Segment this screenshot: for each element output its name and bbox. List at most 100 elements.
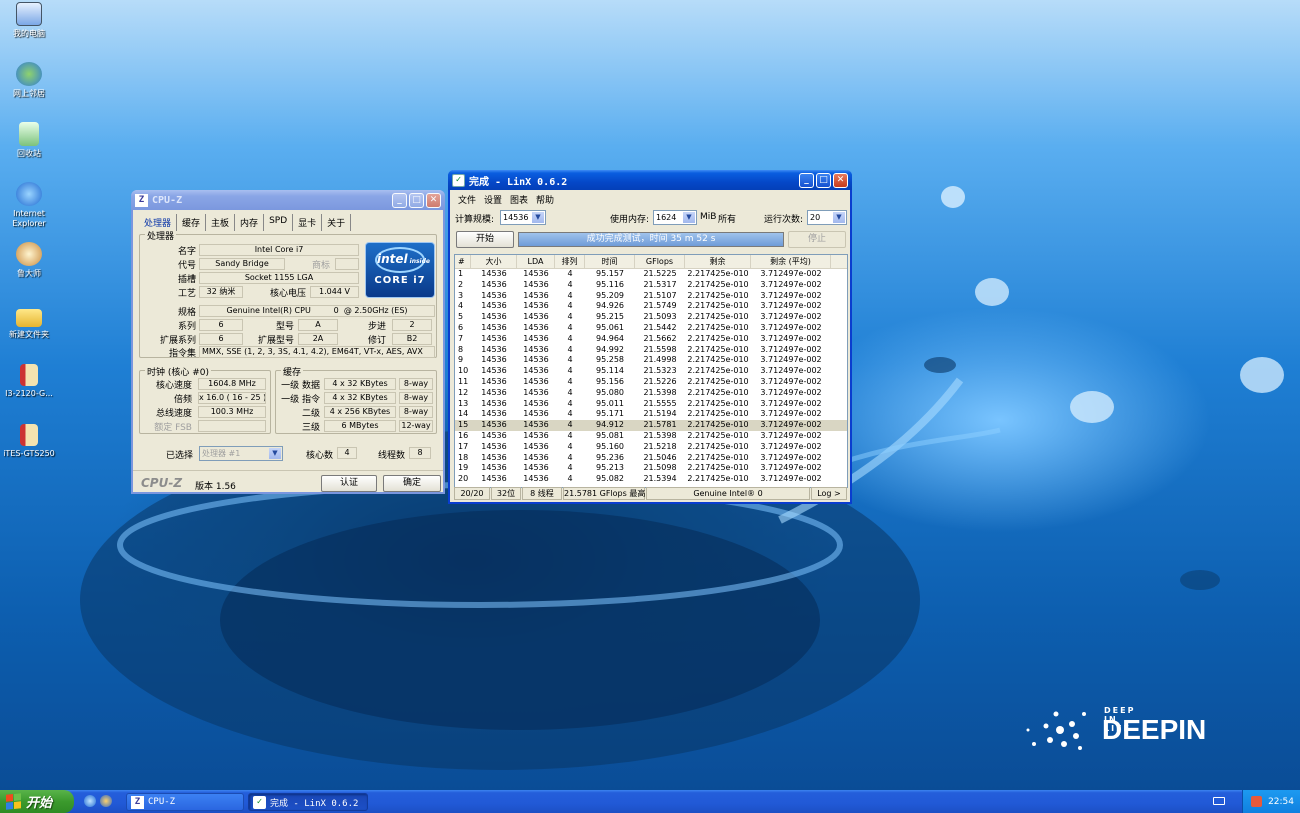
cpuz-titlebar[interactable]: Z CPU-Z _ □ ✕ — [131, 190, 445, 210]
table-cell: 14536 — [481, 376, 507, 386]
ie-icon[interactable] — [84, 795, 96, 807]
table-cell: 3.712497e-002 — [760, 333, 822, 343]
table-row[interactable]: 8 14536 14536 4 94.992 21.5598 2.217425e-010 3.… — [455, 345, 847, 356]
column-header[interactable]: 排列 — [555, 255, 585, 268]
multiplier-label: 倍频 — [173, 395, 192, 405]
spec-label: 规格 — [177, 308, 196, 318]
table-row[interactable]: 18 14536 14536 4 95.236 21.5046 2.217425e-010 3… — [455, 453, 847, 464]
problem-size-select[interactable]: 14536 ▼ — [500, 210, 546, 225]
menu-graph[interactable]: 图表 — [510, 193, 528, 206]
taskbar-item-label: CPU-Z — [148, 797, 176, 807]
table-row[interactable]: 6 14536 14536 4 95.061 21.5442 2.217425e-010 3.… — [455, 323, 847, 334]
table-cell: 14536 — [523, 409, 549, 419]
table-row[interactable]: 10 14536 14536 4 95.114 21.5323 2.217425e-010 3… — [455, 366, 847, 377]
memory-label: 使用内存: — [610, 215, 650, 225]
firefox-icon[interactable] — [100, 795, 112, 807]
runs-select[interactable]: 20 ▼ — [807, 210, 847, 225]
table-cell: 4 — [567, 333, 573, 343]
l1i-size: 4 x 32 KBytes — [324, 392, 396, 404]
column-header[interactable]: LDA — [517, 255, 555, 268]
table-row[interactable]: 19 14536 14536 4 95.213 21.5098 2.217425e-010 3… — [455, 463, 847, 474]
ok-button[interactable]: 确定 — [383, 475, 441, 492]
table-row[interactable]: 4 14536 14536 4 94.926 21.5749 2.217425e-010 3.… — [455, 301, 847, 312]
stop-button[interactable]: 停止 — [788, 231, 846, 248]
table-row[interactable]: 3 14536 14536 4 95.209 21.5107 2.217425e-010 3.… — [455, 291, 847, 302]
processor-select[interactable]: 处理器 #1 ▼ — [199, 446, 283, 461]
table-row[interactable]: 15 14536 14536 4 94.912 21.5781 2.217425e-010 3… — [455, 420, 847, 431]
table-cell: 4 — [567, 322, 573, 332]
table-cell: 95.171 — [596, 409, 624, 419]
desktop-icon-archive-1[interactable]: I3-2120-G... — [0, 364, 58, 399]
linx-titlebar[interactable]: ✓ 完成 - LinX 0.6.2 _ □ ✕ — [448, 170, 852, 190]
table-row[interactable]: 13 14536 14536 4 95.011 21.5555 2.217425e-010 3… — [455, 399, 847, 410]
log-button[interactable]: Log > — [811, 487, 847, 500]
keyboard-icon[interactable] — [1213, 797, 1225, 805]
table-row[interactable]: 17 14536 14536 4 95.160 21.5218 2.217425e-010 3… — [455, 442, 847, 453]
start-button[interactable]: 开始 — [456, 231, 514, 248]
volume-icon[interactable] — [1251, 796, 1263, 807]
bus-speed-label: 总线速度 — [155, 409, 192, 419]
table-cell: 3.712497e-002 — [760, 355, 822, 365]
taskbar-item-cpuz[interactable]: Z CPU-Z — [126, 793, 244, 811]
status-bits: 32位 — [491, 487, 521, 500]
column-header[interactable]: 剩余 — [685, 255, 751, 268]
tab-graphics[interactable]: 显卡 — [293, 214, 323, 231]
table-row[interactable]: 5 14536 14536 4 95.215 21.5093 2.217425e-010 3.… — [455, 312, 847, 323]
tab-about[interactable]: 关于 — [322, 214, 352, 231]
table-cell: 14536 — [481, 322, 507, 332]
desktop-icon-network[interactable]: 网上邻居 — [0, 62, 58, 99]
table-row[interactable]: 11 14536 14536 4 95.156 21.5226 2.217425e-010 3… — [455, 377, 847, 388]
desktop-icon-archive-2[interactable]: iTES-GTS250 — [0, 424, 58, 459]
table-row[interactable]: 20 14536 14536 4 95.082 21.5394 2.217425e-010 3… — [455, 474, 847, 485]
column-header[interactable]: 时间 — [585, 255, 635, 268]
tab-memory[interactable]: 内存 — [235, 214, 265, 231]
column-header[interactable]: 剩余 (平均) — [751, 255, 831, 268]
fsb-label: 额定 FSB — [154, 423, 192, 433]
column-header[interactable]: # — [455, 255, 471, 268]
start-button[interactable]: 开始 — [0, 790, 74, 813]
table-cell: 14536 — [523, 322, 549, 332]
menu-settings[interactable]: 设置 — [484, 193, 502, 206]
table-row[interactable]: 12 14536 14536 4 95.080 21.5398 2.217425e-010 3… — [455, 388, 847, 399]
table-cell: 3.712497e-002 — [760, 279, 822, 289]
maximize-button[interactable]: □ — [816, 172, 831, 188]
validate-button[interactable]: 认证 — [321, 475, 377, 492]
table-cell: 14536 — [523, 441, 549, 451]
table-cell: 2.217425e-010 — [687, 344, 749, 354]
minimize-button[interactable]: _ — [392, 192, 407, 208]
table-cell: 14536 — [481, 269, 507, 278]
maximize-button[interactable]: □ — [409, 192, 424, 208]
tab-spd[interactable]: SPD — [264, 214, 294, 231]
clock[interactable]: 22:54 — [1268, 797, 1294, 807]
status-cpu: Genuine Intel® 0 — [646, 487, 810, 500]
table-row[interactable]: 2 14536 14536 4 95.116 21.5317 2.217425e-010 3.… — [455, 280, 847, 291]
menu-file[interactable]: 文件 — [458, 193, 476, 206]
desktop-icon-recycle-bin[interactable]: 回收站 — [0, 122, 58, 159]
table-row[interactable]: 7 14536 14536 4 94.964 21.5662 2.217425e-010 3.… — [455, 334, 847, 345]
taskbar-item-linx[interactable]: ✓ 完成 - LinX 0.6.2 — [248, 793, 368, 811]
memory-unit: MiB — [700, 212, 717, 222]
table-cell: 2.217425e-010 — [687, 409, 749, 419]
memory-all-option[interactable]: 所有 — [718, 212, 736, 225]
menu-help[interactable]: 帮助 — [536, 193, 554, 206]
table-row[interactable]: 1 14536 14536 4 95.157 21.5225 2.217425e-010 3.… — [455, 269, 847, 280]
table-cell: 11 — [458, 376, 469, 386]
l1d-size: 4 x 32 KBytes — [324, 378, 396, 390]
desktop-icon-my-computer[interactable]: 我的电脑 — [0, 2, 58, 39]
table-row[interactable]: 9 14536 14536 4 95.258 21.4998 2.217425e-010 3.… — [455, 355, 847, 366]
desktop-icon-ie[interactable]: Internet Explorer — [0, 182, 58, 229]
desktop-icon-new-folder[interactable]: 新建文件夹 — [0, 305, 58, 340]
minimize-button[interactable]: _ — [799, 172, 814, 188]
column-header[interactable]: GFlops — [635, 255, 685, 268]
memory-select[interactable]: 1624 ▼ — [653, 210, 697, 225]
close-button[interactable]: ✕ — [426, 192, 441, 208]
tab-cache[interactable]: 缓存 — [177, 214, 207, 231]
table-cell: 14536 — [481, 366, 507, 376]
close-button[interactable]: ✕ — [833, 172, 848, 188]
table-row[interactable]: 14 14536 14536 4 95.171 21.5194 2.217425e-010 3… — [455, 409, 847, 420]
table-row[interactable]: 16 14536 14536 4 95.081 21.5398 2.217425e-010 3… — [455, 431, 847, 442]
tab-mainboard[interactable]: 主板 — [206, 214, 236, 231]
table-cell: 14536 — [481, 420, 507, 430]
column-header[interactable]: 大小 — [471, 255, 517, 268]
desktop-icon-ludashi[interactable]: 鲁大师 — [0, 242, 58, 279]
